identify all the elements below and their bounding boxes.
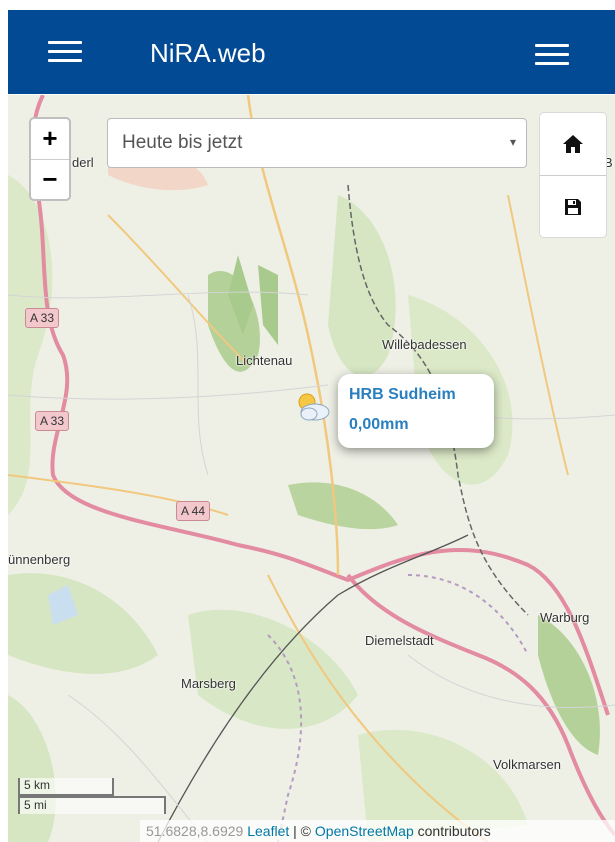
zoom-in-button[interactable]: + <box>31 119 69 159</box>
app-title[interactable]: NiRA.web <box>150 38 266 69</box>
map-label-lichtenau: Lichtenau <box>236 353 293 368</box>
map-label-fuerstenberg: ünnenberg <box>8 552 71 567</box>
scale-mi: 5 mi <box>18 796 166 814</box>
floppy-disk-icon <box>565 199 581 215</box>
zoom-control: + − <box>29 117 71 201</box>
attribution-separator: | © <box>289 823 315 839</box>
station-name: HRB Sudheim <box>349 386 456 403</box>
map-button-stack <box>539 112 607 238</box>
map-label-willebadessen: Willebadessen <box>382 337 467 352</box>
scale-km: 5 km <box>18 778 114 796</box>
map-label-volkmarsen: Volkmarsen <box>493 757 561 772</box>
chevron-down-icon: ▾ <box>509 135 516 149</box>
map-label-marsberg: Marsberg <box>181 676 236 691</box>
save-button[interactable] <box>540 176 606 238</box>
map-label-diemelstadt: Diemelstadt <box>365 633 434 648</box>
map-label-paderborn: derl <box>72 155 94 170</box>
hamburger-icon[interactable] <box>48 41 82 63</box>
road-shield-a33: A 33 <box>35 411 70 431</box>
leaflet-link[interactable]: Leaflet <box>247 823 289 839</box>
navbar: NiRA.web <box>8 10 615 94</box>
road-shield-a33: A 33 <box>25 308 60 328</box>
station-value: 0,00mm <box>349 416 409 433</box>
period-select-value: Heute bis jetzt <box>122 132 243 153</box>
cursor-coordinates: 51.6828,8.6929 <box>146 823 244 839</box>
osm-link[interactable]: OpenStreetMap <box>315 823 414 839</box>
menu-toggle-icon[interactable] <box>535 44 569 66</box>
map-label-warburg: Warburg <box>540 610 590 625</box>
home-icon <box>563 135 583 153</box>
zoom-out-button[interactable]: − <box>31 160 69 199</box>
home-button[interactable] <box>540 113 606 175</box>
sun-cloud-icon[interactable] <box>293 390 333 424</box>
map-tiles <box>8 95 615 842</box>
attribution-bar: 51.6828,8.6929 Leaflet | © OpenStreetMap… <box>140 820 615 842</box>
period-select[interactable]: Heute bis jetzt ▾ <box>107 118 527 168</box>
station-popup[interactable]: HRB Sudheim 0,00mm <box>338 374 494 448</box>
attribution-contributors: contributors <box>413 823 491 839</box>
road-shield-a44: A 44 <box>176 501 211 521</box>
map[interactable]: Lichtenau Willebadessen ünnenberg Diemel… <box>8 95 615 842</box>
